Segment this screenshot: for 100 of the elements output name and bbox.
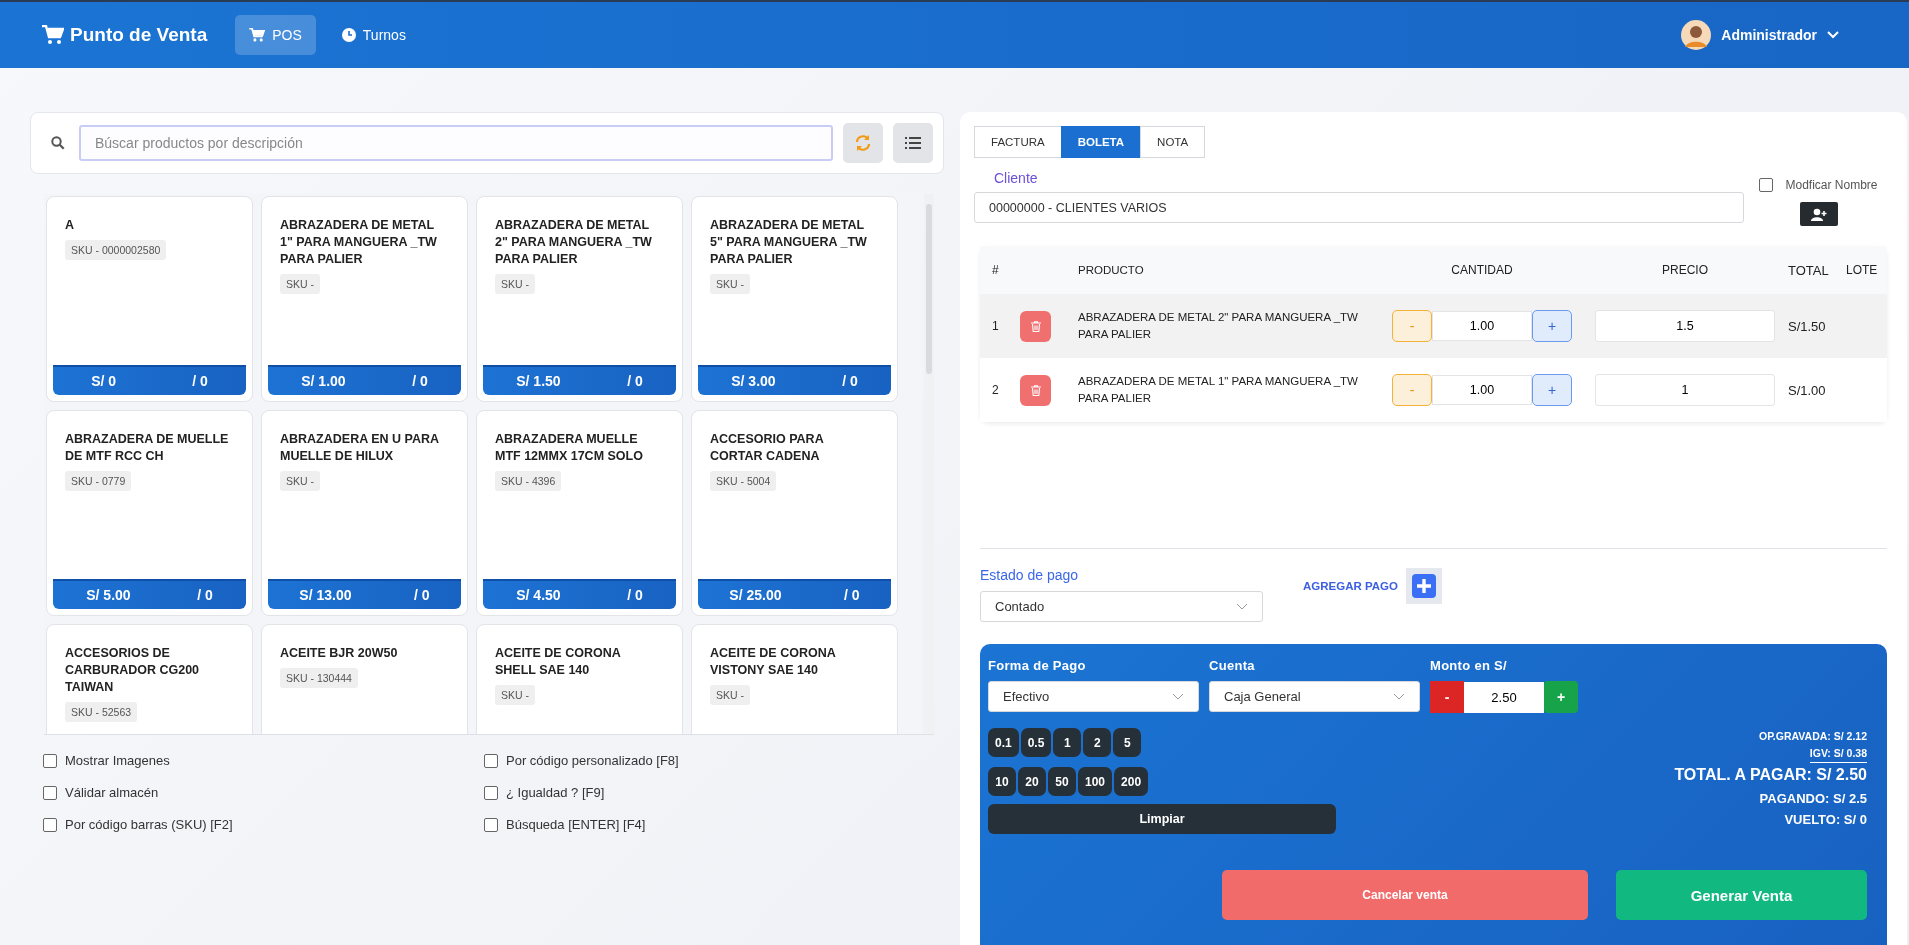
list-view-button[interactable] — [893, 123, 933, 163]
quantity-field[interactable]: 1.00 — [1432, 375, 1532, 405]
product-name: ACEITE DE CORONA SHELL SAE 140 — [494, 645, 622, 679]
quick-amount-button[interactable]: 0.1 — [988, 728, 1019, 757]
quick-amount-button[interactable]: 100 — [1078, 767, 1113, 796]
client-field[interactable]: 00000000 - CLIENTES VARIOS — [974, 192, 1744, 223]
option-checkbox[interactable]: Válidar almacén — [43, 785, 484, 800]
sku-badge: SKU - — [280, 274, 320, 294]
option-checkbox[interactable]: Mostrar Imagenes — [43, 753, 484, 768]
client-label: Cliente — [994, 170, 1039, 186]
product-card[interactable]: ABRAZADERA DE MUELLE DE MTF RCC CH SKU - 0779 S/ 5.00 / 0 — [46, 410, 253, 616]
add-user-icon — [1810, 207, 1827, 221]
product-name: ABRAZADERA MUELLE MTF 12MMX 17CM SOLO — [494, 431, 644, 465]
product-card[interactable]: A SKU - 0000002580 S/ 0 / 0 — [46, 196, 253, 402]
sku-badge: SKU - 4396 — [495, 471, 562, 491]
payment-method-label: Forma de Pago — [988, 658, 1087, 673]
option-checkbox[interactable]: Búsqueda [ENTER] [F4] — [484, 817, 931, 832]
clear-button[interactable]: Limpiar — [988, 804, 1336, 834]
product-stock: / 0 — [842, 373, 858, 389]
sku-badge: SKU - 52563 — [65, 702, 138, 722]
quick-amount-button[interactable]: 200 — [1114, 767, 1149, 796]
quick-amount-button[interactable]: 1 — [1053, 728, 1082, 757]
user-menu[interactable]: Administrador — [1681, 20, 1839, 50]
product-stock: / 0 — [412, 373, 428, 389]
product-price: S/ 1.50 — [516, 373, 561, 389]
sku-badge: SKU - 0779 — [65, 471, 132, 491]
clock-icon — [341, 28, 356, 42]
product-card[interactable]: ABRAZADERA DE METAL 1" PARA MANGUERA _TW PARA PALIER SKU - S/ 1.00 / 0 — [261, 196, 468, 402]
product-card[interactable]: ABRAZADERA DE METAL 5" PARA MANGUERA _TW PARA PALIER SKU - S/ 3.00 / 0 — [691, 196, 898, 402]
refresh-icon — [854, 134, 872, 152]
product-card[interactable]: ACEITE BJR 20W50 SKU - 130444 — [261, 624, 468, 734]
product-stock: / 0 — [844, 587, 860, 603]
delete-button[interactable] — [1020, 374, 1051, 406]
quick-amount-button[interactable]: 2 — [1083, 728, 1112, 757]
product-name: ABRAZADERA DE METAL 5" PARA MANGUERA _TW PARA PALIER — [709, 217, 868, 268]
product-card[interactable]: ABRAZADERA DE METAL 2" PARA MANGUERA _TW PARA PALIER SKU - S/ 1.50 / 0 — [476, 196, 683, 402]
add-payment-button[interactable] — [1406, 568, 1442, 604]
price-field[interactable]: 1.5 — [1595, 310, 1775, 342]
account-label: Cuenta — [1209, 658, 1256, 673]
column-header: TOTAL — [1788, 262, 1830, 278]
trash-icon — [1030, 384, 1041, 396]
option-checkbox[interactable]: Por código barras (SKU) [F2] — [43, 817, 484, 832]
document-tab[interactable]: NOTA — [1140, 126, 1206, 158]
product-card[interactable]: ACEITE DE CORONA SHELL SAE 140 SKU - — [476, 624, 683, 734]
product-card[interactable]: ACCESORIOS DE CARBURADOR CG200 TAIWAN SKU - 52563 — [46, 624, 253, 734]
product-name: ABRAZADERA DE METAL 1" PARA MANGUERA _TW PARA PALIER — [279, 217, 438, 268]
quick-amount-button[interactable]: 20 — [1018, 767, 1046, 796]
modify-name-checkbox[interactable]: Modficar Nombre — [1759, 178, 1878, 192]
quick-amount-button[interactable]: 50 — [1048, 767, 1076, 796]
option-checkbox[interactable]: Por código personalizado [F8] — [484, 753, 931, 768]
product-card[interactable]: ABRAZADERA MUELLE MTF 12MMX 17CM SOLO SKU - 4396 S/ 4.50 / 0 — [476, 410, 683, 616]
increase-button[interactable]: + — [1532, 310, 1572, 342]
product-price: S/ 13.00 — [299, 587, 352, 603]
quick-amount-button[interactable]: 5 — [1113, 728, 1142, 757]
document-tab[interactable]: FACTURA — [974, 126, 1062, 158]
payment-method-select[interactable]: Efectivo — [988, 681, 1199, 712]
taxable-amount: OP.GRAVADA: S/ 2.12 — [1759, 729, 1867, 744]
product-name: A — [64, 217, 76, 234]
igv-amount: IGV: S/ 0.38 — [1809, 745, 1867, 763]
product-price: S/ 5.00 — [86, 587, 131, 603]
product-name: ACEITE DE CORONA VISTONY SAE 140 — [709, 645, 837, 679]
plus-icon — [1412, 574, 1436, 598]
column-header: # — [991, 263, 1000, 277]
delete-button[interactable] — [1020, 310, 1051, 342]
cart-icon — [42, 25, 64, 45]
product-card[interactable]: ABRAZADERA EN U PARA MUELLE DE HILUX SKU - S/ 13.00 / 0 — [261, 410, 468, 616]
increase-button[interactable]: + — [1532, 374, 1572, 406]
chevron-down-icon — [1827, 31, 1839, 39]
product-card[interactable]: ACEITE DE CORONA VISTONY SAE 140 SKU - — [691, 624, 898, 734]
row-number: 2 — [992, 383, 999, 397]
search-field[interactable]: Búscar productos por descripción — [79, 125, 833, 161]
amount-field[interactable]: 2.50 — [1464, 681, 1544, 713]
quantity-field[interactable]: 1.00 — [1432, 311, 1532, 341]
quick-amount-button[interactable]: 10 — [988, 767, 1016, 796]
product-price: S/ 25.00 — [729, 587, 782, 603]
document-tab[interactable]: BOLETA — [1060, 126, 1142, 158]
decrease-button[interactable]: - — [1430, 681, 1464, 713]
scrollbar[interactable] — [924, 194, 934, 734]
product-stock: / 0 — [192, 373, 208, 389]
product-price: S/ 1.00 — [301, 373, 346, 389]
row-number: 1 — [992, 319, 999, 333]
option-checkbox[interactable]: ¿ Igualdad ? [F9] — [484, 785, 931, 800]
list-icon — [905, 136, 921, 150]
column-header: CANTIDAD — [1450, 263, 1514, 277]
price-field[interactable]: 1 — [1595, 374, 1775, 406]
refresh-button[interactable] — [843, 123, 883, 163]
payment-status-select[interactable]: Contado — [980, 591, 1263, 622]
account-select[interactable]: Caja General — [1209, 681, 1420, 712]
add-client-button[interactable] — [1799, 202, 1838, 226]
product-stock: / 0 — [627, 373, 643, 389]
quick-amount-button[interactable]: 0.5 — [1020, 728, 1052, 757]
product-stock: / 0 — [414, 587, 430, 603]
column-header: PRODUCTO — [1077, 262, 1145, 278]
row-total: S/1.00 — [1788, 382, 1826, 398]
brand-link[interactable]: Punto de Venta — [42, 24, 208, 46]
product-name: ABRAZADERA EN U PARA MUELLE DE HILUX — [279, 431, 440, 465]
product-name: ACCESORIOS DE CARBURADOR CG200 TAIWAN — [64, 645, 201, 696]
chevron-down-icon — [1236, 603, 1248, 610]
nav-tab[interactable]: Turnos — [327, 15, 420, 55]
product-card[interactable]: ACCESORIO PARA CORTAR CADENA SKU - 5004 S/ 25.00 / 0 — [691, 410, 898, 616]
